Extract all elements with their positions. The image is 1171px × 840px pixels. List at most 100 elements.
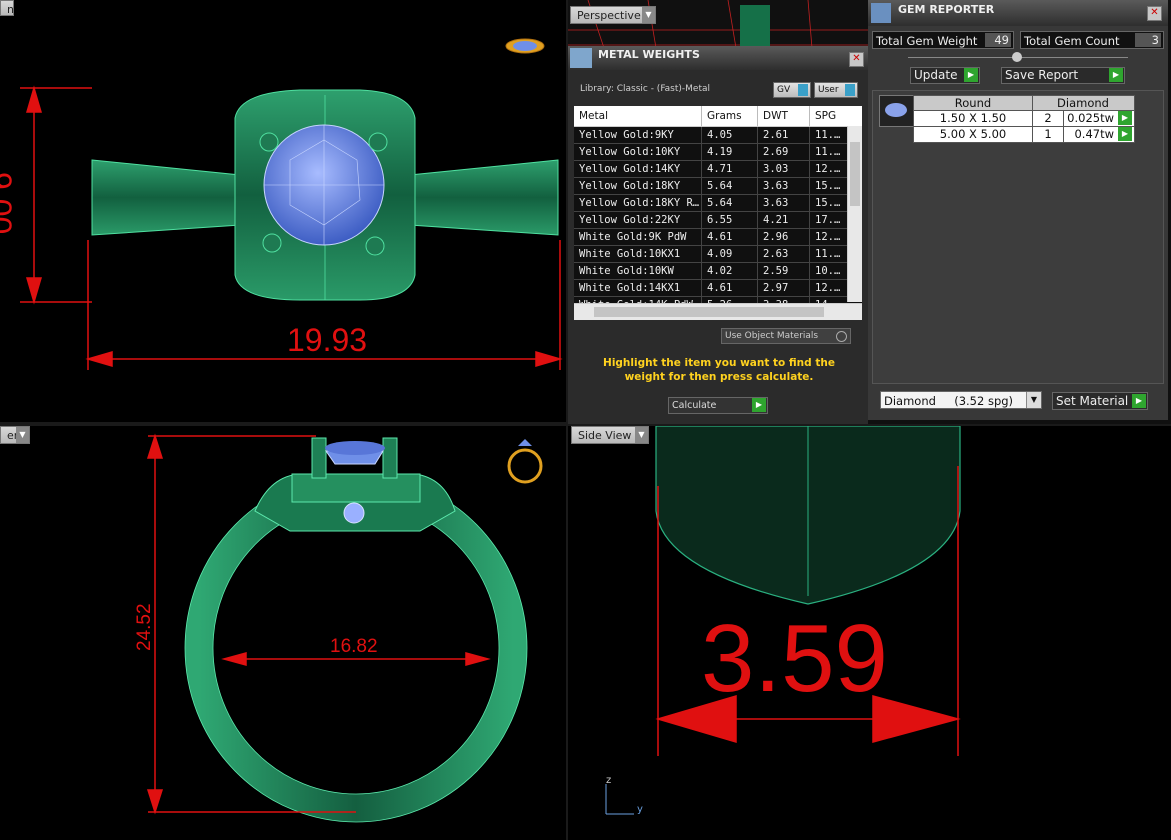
gv-button[interactable]: GV	[773, 82, 811, 98]
set-material-label: Set Material	[1056, 394, 1129, 408]
front-viewport[interactable]: 16.82 24.52 er ▼	[0, 426, 566, 840]
side-view-tab[interactable]: Side View ▼	[571, 426, 649, 444]
table-cell: 4.71	[702, 161, 758, 177]
table-cell: 4.02	[702, 263, 758, 279]
save-report-button[interactable]: Save Report ▶	[1001, 67, 1125, 84]
table-row[interactable]: Yellow Gold:18KY R... 5.64 3.63 15.41	[574, 195, 862, 212]
metal-table[interactable]: Metal Grams DWT SPG Yellow Gold:9KY 4.05 2.61…	[574, 106, 862, 320]
table-cell: 12.88	[815, 163, 846, 175]
metal-weights-panel: METAL WEIGHTS ✕ Library: Classic - (Fast…	[568, 46, 868, 424]
perspective-tab-label: Perspective	[577, 9, 641, 22]
use-object-materials-button[interactable]: Use Object Materials	[721, 328, 851, 344]
table-cell: 3.63	[758, 195, 810, 211]
chevron-down-icon[interactable]: ▼	[1026, 392, 1041, 408]
table-cell: 5.64	[702, 178, 758, 194]
play-icon[interactable]: ▶	[1118, 111, 1132, 125]
chevron-down-icon[interactable]: ▼	[642, 7, 655, 23]
table-row[interactable]: White Gold:14KX1 4.61 2.97 12.61	[574, 280, 862, 297]
play-icon: ▶	[752, 398, 766, 412]
front-view-tab[interactable]: er ▼	[0, 426, 30, 444]
table-cell: 11.08	[815, 129, 846, 141]
table-cell: 2.61	[758, 127, 810, 143]
top-view-tab[interactable]: n	[0, 0, 14, 16]
col-grams[interactable]: Grams	[702, 106, 758, 126]
calculate-label: Calculate	[672, 400, 717, 411]
table-cell: 3.63	[758, 178, 810, 194]
table-cell: White Gold:10KW	[574, 263, 702, 279]
col-dwt[interactable]: DWT	[758, 106, 810, 126]
set-material-button[interactable]: Set Material ▶	[1052, 392, 1148, 410]
table-cell: 2.59	[758, 263, 810, 279]
table-cell: 5.64	[702, 195, 758, 211]
scale-icon	[570, 48, 592, 68]
total-gem-weight-label: Total Gem Weight	[876, 34, 978, 48]
gem-reporter-header[interactable]: GEM REPORTER ✕	[868, 0, 1168, 26]
gem-row[interactable]: 5.00 X 5.00 1 0.47tw ▶	[913, 127, 1135, 143]
horizontal-scrollbar[interactable]	[574, 303, 862, 320]
table-cell: White Gold:14KX1	[574, 280, 702, 296]
axis-gizmo	[605, 784, 634, 815]
table-cell: 2.63	[758, 246, 810, 262]
table-row[interactable]: White Gold:10KW 4.02 2.59 10.99	[574, 263, 862, 280]
gem-reporter-close-button[interactable]: ✕	[1147, 6, 1162, 21]
axis-z-label: z	[606, 775, 612, 786]
metal-weights-instructions: Highlight the item you want to find the …	[603, 357, 835, 383]
metal-weights-header[interactable]: METAL WEIGHTS ✕	[568, 46, 868, 70]
library-label: Library: Classic - (Fast)-Metal	[580, 84, 711, 94]
gv-label: GV	[777, 85, 791, 95]
table-cell: 11.18	[815, 248, 846, 260]
user-button[interactable]: User	[814, 82, 858, 98]
table-row[interactable]: Yellow Gold:18KY 5.64 3.63 15.41	[574, 178, 862, 195]
chevron-down-icon[interactable]: ▼	[635, 427, 648, 443]
table-row[interactable]: Yellow Gold:22KY 6.55 4.21 17.89	[574, 212, 862, 229]
metal-weights-close-button[interactable]: ✕	[849, 52, 864, 67]
play-icon: ▶	[1109, 68, 1123, 82]
top-view-model	[20, 38, 563, 370]
gem-report-table: Round Diamond 1.50 X 1.50 2 0.025tw ▶ 5.00 X …	[913, 95, 1135, 143]
top-dim-vertical: 9.00	[0, 172, 18, 235]
table-row[interactable]: White Gold:10KX1 4.09 2.63 11.18	[574, 246, 862, 263]
table-row[interactable]: White Gold:9K PdW 4.61 2.96 12.59	[574, 229, 862, 246]
top-dim-horizontal: 19.93	[287, 322, 368, 358]
total-gem-count-field: Total Gem Count 3	[1020, 31, 1164, 49]
col-spg[interactable]: SPG	[810, 106, 846, 126]
table-cell: 11.45	[815, 146, 846, 158]
calculate-button[interactable]: Calculate ▶	[668, 397, 768, 414]
table-row[interactable]: Yellow Gold:14KY 4.71 3.03 12.88	[574, 161, 862, 178]
top-viewport[interactable]: 19.93 9.00 n	[0, 0, 566, 422]
play-icon[interactable]: ▶	[1118, 127, 1132, 141]
table-row[interactable]: Yellow Gold:10KY 4.19 2.69 11.45	[574, 144, 862, 161]
gem-report-icon	[871, 3, 891, 23]
table-cell: Yellow Gold:22KY	[574, 212, 702, 228]
user-label: User	[818, 85, 839, 95]
gem-report-area: Round Diamond 1.50 X 1.50 2 0.025tw ▶ 5.00 X …	[872, 90, 1164, 384]
table-cell: 2.97	[758, 280, 810, 296]
table-cell: 6.55	[702, 212, 758, 228]
table-cell: 12.59	[815, 231, 846, 243]
radio-icon	[836, 331, 847, 342]
table-cell: 15.41	[815, 197, 846, 209]
update-button[interactable]: Update ▶	[910, 67, 980, 84]
gem-size: 1.50 X 1.50	[914, 111, 1033, 126]
table-cell: 12.61	[815, 282, 846, 294]
gem-orientation-icon	[505, 38, 545, 54]
front-view-model	[146, 433, 543, 823]
splitter-handle-icon[interactable]	[1012, 52, 1022, 62]
vertical-scrollbar[interactable]	[847, 126, 862, 302]
table-cell: 4.21	[758, 212, 810, 228]
side-viewport[interactable]: 3.59 z y Side View ▼	[568, 426, 1171, 840]
table-row[interactable]: Yellow Gold:9KY 4.05 2.61 11.08	[574, 127, 862, 144]
chevron-down-icon[interactable]: ▼	[16, 427, 29, 443]
ring-orientation-icon	[507, 439, 543, 484]
table-cell: 2.96	[758, 229, 810, 245]
header-round: Round	[914, 96, 1033, 110]
gem-reporter-panel: GEM REPORTER ✕ Total Gem Weight 49 Total …	[868, 0, 1168, 420]
gem-row[interactable]: 1.50 X 1.50 2 0.025tw ▶	[913, 111, 1135, 127]
table-cell: Yellow Gold:10KY	[574, 144, 702, 160]
perspective-tab[interactable]: Perspective ▼	[570, 6, 656, 24]
col-metal[interactable]: Metal	[574, 106, 702, 126]
gem-count: 1	[1033, 127, 1064, 142]
material-select[interactable]: Diamond (3.52 spg) ▼	[880, 391, 1042, 409]
total-gem-count-label: Total Gem Count	[1024, 34, 1120, 48]
total-gem-weight-value: 49	[985, 33, 1011, 47]
